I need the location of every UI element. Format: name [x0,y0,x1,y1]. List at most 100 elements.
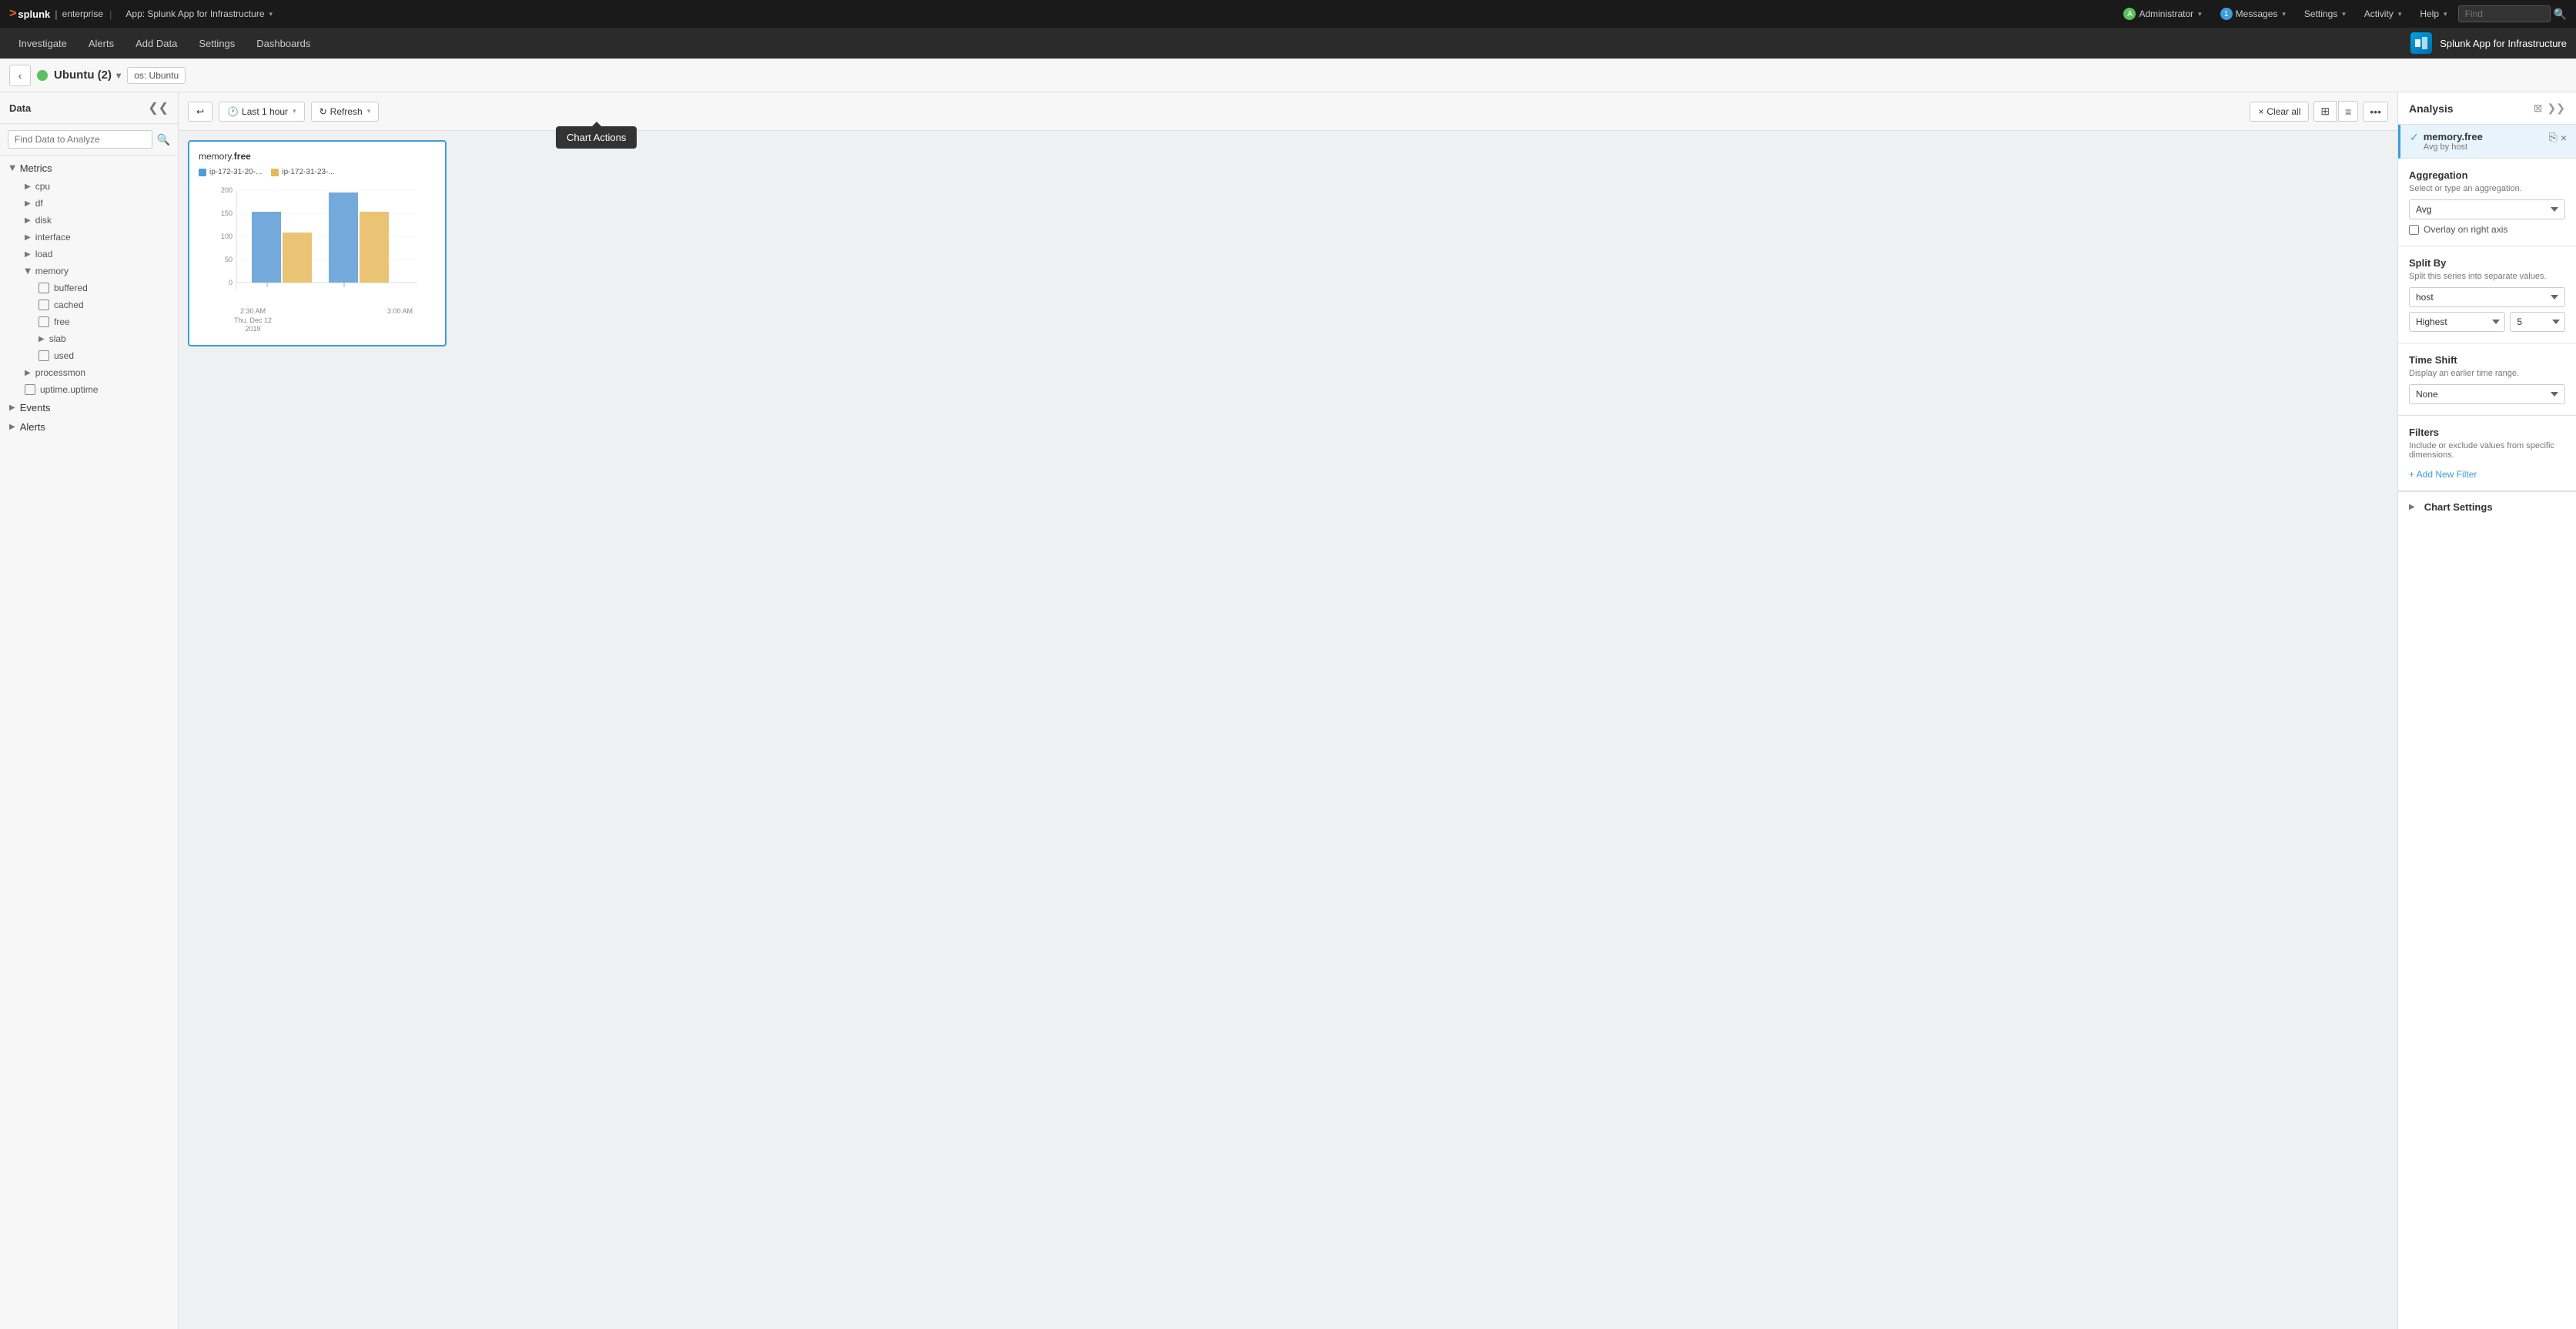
aggregation-select[interactable]: Avg Sum Min Max Count [2409,199,2565,219]
metric-copy-button[interactable]: ⎘ [2549,131,2558,144]
tree-item-memory[interactable]: ▶ memory [15,263,178,280]
chart-area: 200 150 100 50 0 [199,182,436,306]
tree-item-disk[interactable]: ▶ disk [15,212,178,229]
status-indicator [37,70,48,81]
filter-count-select[interactable]: 5 10 20 [2510,312,2565,332]
svg-text:200: 200 [221,186,233,194]
svg-text:100: 100 [221,233,233,240]
nav-settings[interactable]: Settings [189,32,244,55]
tree-item-df[interactable]: ▶ df [15,195,178,212]
svg-text:150: 150 [221,209,233,217]
x-label-2: 3:00 AM [387,307,413,334]
events-header[interactable]: ▶ Events [0,398,178,417]
find-search-icon[interactable]: 🔍 [2554,8,2567,21]
sidebar-search-input[interactable] [8,130,152,149]
chart-grid: memory.free ip-172-31-20-... ip-172-31-2… [179,131,2397,1329]
overlay-checkbox[interactable] [2409,225,2419,235]
memory-chevron: ▶ [23,268,32,274]
svg-text:50: 50 [225,256,233,263]
metrics-header[interactable]: ▶ Metrics [0,159,178,178]
messages-menu[interactable]: 1 Messages ▾ [2213,5,2293,23]
uptime-icon [25,384,35,395]
nav-add-data[interactable]: Add Data [126,32,186,55]
sidebar: Data ❮❮ 🔍 ▶ Metrics ▶ cpu ▶ [0,92,179,1329]
nav-dashboards[interactable]: Dashboards [247,32,319,55]
filters-desc: Include or exclude values from specific … [2409,441,2565,460]
tree-item-used[interactable]: used [29,347,178,364]
add-filter-link[interactable]: + Add New Filter [2409,469,2477,480]
time-shift-select[interactable]: None 1 hour 1 day 1 week [2409,384,2565,404]
time-range-chevron: ▾ [293,107,296,115]
processmon-chevron: ▶ [25,369,31,377]
back-button[interactable]: ‹ [9,65,31,86]
activity-menu[interactable]: Activity ▾ [2357,5,2410,22]
grid-view-button[interactable]: ⊞ [2313,101,2337,122]
settings-menu[interactable]: Settings ▾ [2297,5,2354,22]
refresh-chevron: ▾ [367,107,371,115]
split-by-section: Split By Split this series into separate… [2398,246,2576,343]
refresh-button[interactable]: ↻ Refresh ▾ [311,102,380,122]
nav-alerts[interactable]: Alerts [79,32,123,55]
list-view-button[interactable]: ≡ [2338,101,2358,122]
logo-gt: > [9,7,16,21]
page-title-chevron: ▾ [116,70,121,81]
brand-separator: | [55,8,57,20]
admin-menu[interactable]: A Administrator ▾ [2116,5,2209,23]
app-brand-label: Splunk App for Infrastructure [2440,38,2567,49]
svg-text:0: 0 [229,279,233,286]
tree-item-processmon[interactable]: ▶ processmon [15,364,178,381]
analysis-title: Analysis [2409,102,2454,115]
events-chevron: ▶ [9,403,15,412]
split-by-desc: Split this series into separate values. [2409,272,2565,281]
split-by-select[interactable]: host ip source [2409,287,2565,307]
sidebar-search-icon[interactable]: 🔍 [157,133,170,146]
clear-all-button[interactable]: × Clear all [2250,102,2309,122]
filters-section: Filters Include or exclude values from s… [2398,416,2576,491]
more-options-button[interactable]: ••• [2363,102,2388,122]
clock-icon: 🕐 [227,106,239,117]
activity-chevron: ▾ [2398,10,2402,18]
app-name[interactable]: App: Splunk App for Infrastructure ▾ [118,5,280,22]
legend-dot-gold [271,169,279,176]
sidebar-tree: ▶ Metrics ▶ cpu ▶ df ▶ disk [0,156,178,1329]
aggregation-title: Aggregation [2409,169,2565,181]
alerts-header[interactable]: ▶ Alerts [0,417,178,437]
panel-collapse-icon[interactable]: ❯❯ [2548,102,2565,115]
chart-settings-label: Chart Settings [2424,501,2493,513]
metric-item[interactable]: ✓ memory.free Avg by host ⎘ × [2398,125,2576,159]
time-shift-section: Time Shift Display an earlier time range… [2398,343,2576,416]
undo-button[interactable]: ↩ [188,102,212,122]
breadcrumb-bar: ‹ Ubuntu (2) ▾ os: Ubuntu [0,59,2576,92]
tree-item-cached[interactable]: cached [29,296,178,313]
tree-item-uptime[interactable]: uptime.uptime [15,381,178,398]
filter-type-select[interactable]: Highest Lowest [2409,312,2505,332]
tree-item-interface[interactable]: ▶ interface [15,229,178,246]
nav-investigate[interactable]: Investigate [9,32,76,55]
tree-item-buffered[interactable]: buffered [29,280,178,296]
aggregation-desc: Select or type an aggregation. [2409,184,2565,193]
legend-item-gold: ip-172-31-23-... [271,168,334,176]
find-input[interactable] [2458,5,2551,22]
metrics-children: ▶ cpu ▶ df ▶ disk ▶ interface [0,178,178,398]
buffered-icon [38,283,49,293]
chart-settings-row[interactable]: ▶ Chart Settings [2398,491,2576,522]
os-tag[interactable]: os: Ubuntu [127,67,186,84]
time-range-button[interactable]: 🕐 Last 1 hour ▾ [219,102,305,122]
toolbar: ↩ 🕐 Last 1 hour ▾ ↻ Refresh ▾ Chart Acti… [179,92,2397,131]
aggregation-section: Aggregation Select or type an aggregatio… [2398,159,2576,246]
metric-close-button[interactable]: × [2561,131,2567,144]
alerts-section: ▶ Alerts [0,417,178,437]
memory-children: buffered cached free ▶ [15,280,178,364]
help-chevron: ▾ [2444,10,2447,18]
load-chevron: ▶ [25,250,31,259]
panel-expand-icon[interactable]: ⊠ [2534,102,2543,115]
tree-item-free[interactable]: free [29,313,178,330]
settings-chevron: ▾ [2342,10,2346,18]
tree-item-cpu[interactable]: ▶ cpu [15,178,178,195]
sidebar-collapse-button[interactable]: ❮❮ [148,100,169,115]
tree-item-slab[interactable]: ▶ slab [29,330,178,347]
admin-chevron: ▾ [2198,10,2202,18]
tree-item-load[interactable]: ▶ load [15,246,178,263]
help-menu[interactable]: Help ▾ [2412,5,2454,22]
analysis-panel: Analysis ⊠ ❯❯ ✓ memory.free Avg by host … [2397,92,2576,1329]
